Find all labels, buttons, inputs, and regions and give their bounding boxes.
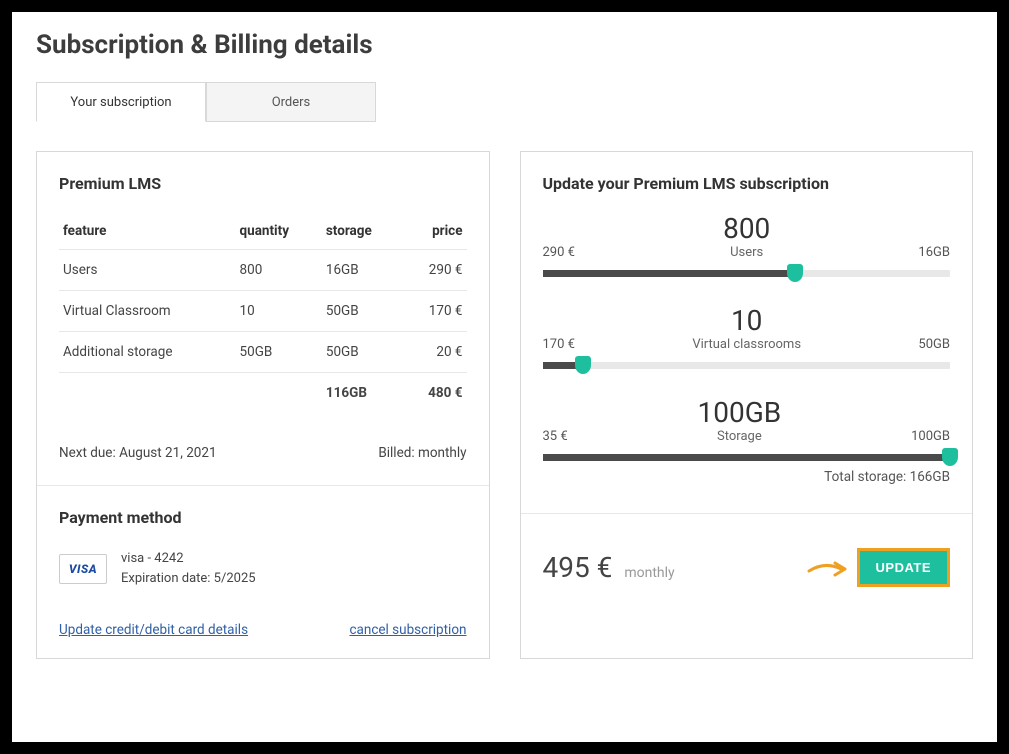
new-price: 495 €: [543, 551, 613, 584]
plan-name: Premium LMS: [59, 174, 467, 193]
slider-thumb[interactable]: [787, 264, 803, 282]
slider-storage-value: 100GB: [698, 399, 782, 427]
col-storage: storage: [322, 215, 403, 250]
slider-vc-label: Virtual classrooms: [692, 337, 801, 352]
slider-vc-value: 10: [692, 307, 801, 335]
slider-users-track[interactable]: [543, 270, 951, 277]
table-row: Additional storage 50GB 50GB 20 €: [59, 332, 467, 373]
page-title: Subscription & Billing details: [36, 30, 973, 60]
slider-users-label: Users: [723, 245, 770, 260]
slider-storage-left: 35 €: [543, 429, 568, 444]
table-total-row: 116GB 480 €: [59, 373, 467, 414]
slider-thumb[interactable]: [942, 448, 958, 466]
current-plan-panel: Premium LMS feature quantity storage pri…: [36, 151, 490, 659]
next-due: Next due: August 21, 2021: [59, 445, 217, 461]
card-label: visa - 4242: [121, 549, 256, 569]
tabs: Your subscription Orders: [36, 82, 973, 123]
slider-vc-track[interactable]: [543, 362, 951, 369]
new-cycle: monthly: [624, 565, 674, 581]
table-row: Users 800 16GB 290 €: [59, 250, 467, 291]
slider-storage: 35 € 100GB Storage 100GB: [543, 399, 951, 461]
slider-users-right: 16GB: [918, 245, 950, 260]
payment-method-heading: Payment method: [59, 508, 467, 527]
tab-orders[interactable]: Orders: [206, 82, 376, 122]
col-feature: feature: [59, 215, 236, 250]
page: Subscription & Billing details Your subs…: [12, 12, 997, 742]
slider-users-left: 290 €: [543, 245, 575, 260]
update-card-link[interactable]: Update credit/debit card details: [59, 622, 248, 638]
slider-vc: 170 € 10 Virtual classrooms 50GB: [543, 307, 951, 369]
col-quantity: quantity: [236, 215, 322, 250]
slider-thumb[interactable]: [575, 356, 591, 374]
update-heading: Update your Premium LMS subscription: [543, 174, 951, 193]
table-row: Virtual Classroom 10 50GB 170 €: [59, 291, 467, 332]
features-table: feature quantity storage price Users 800…: [59, 215, 467, 413]
slider-vc-right: 50GB: [918, 337, 950, 352]
billed-cycle: Billed: monthly: [378, 445, 466, 461]
slider-vc-left: 170 €: [543, 337, 575, 352]
slider-storage-track[interactable]: [543, 454, 951, 461]
payment-method: VISA visa - 4242 Expiration date: 5/2025: [59, 549, 467, 588]
card-expiry: Expiration date: 5/2025: [121, 569, 256, 589]
col-price: price: [403, 215, 467, 250]
slider-users: 290 € 800 Users 16GB: [543, 215, 951, 277]
total-storage: Total storage: 166GB: [543, 469, 951, 485]
update-plan-panel: Update your Premium LMS subscription 290…: [520, 151, 974, 659]
tab-subscription[interactable]: Your subscription: [36, 82, 206, 122]
slider-storage-label: Storage: [698, 429, 782, 444]
slider-storage-right: 100GB: [911, 429, 950, 444]
arrow-icon: [807, 559, 847, 577]
cancel-subscription-link[interactable]: cancel subscription: [349, 622, 466, 638]
update-button[interactable]: UPDATE: [857, 548, 950, 587]
slider-users-value: 800: [723, 215, 770, 243]
visa-icon: VISA: [59, 554, 107, 584]
